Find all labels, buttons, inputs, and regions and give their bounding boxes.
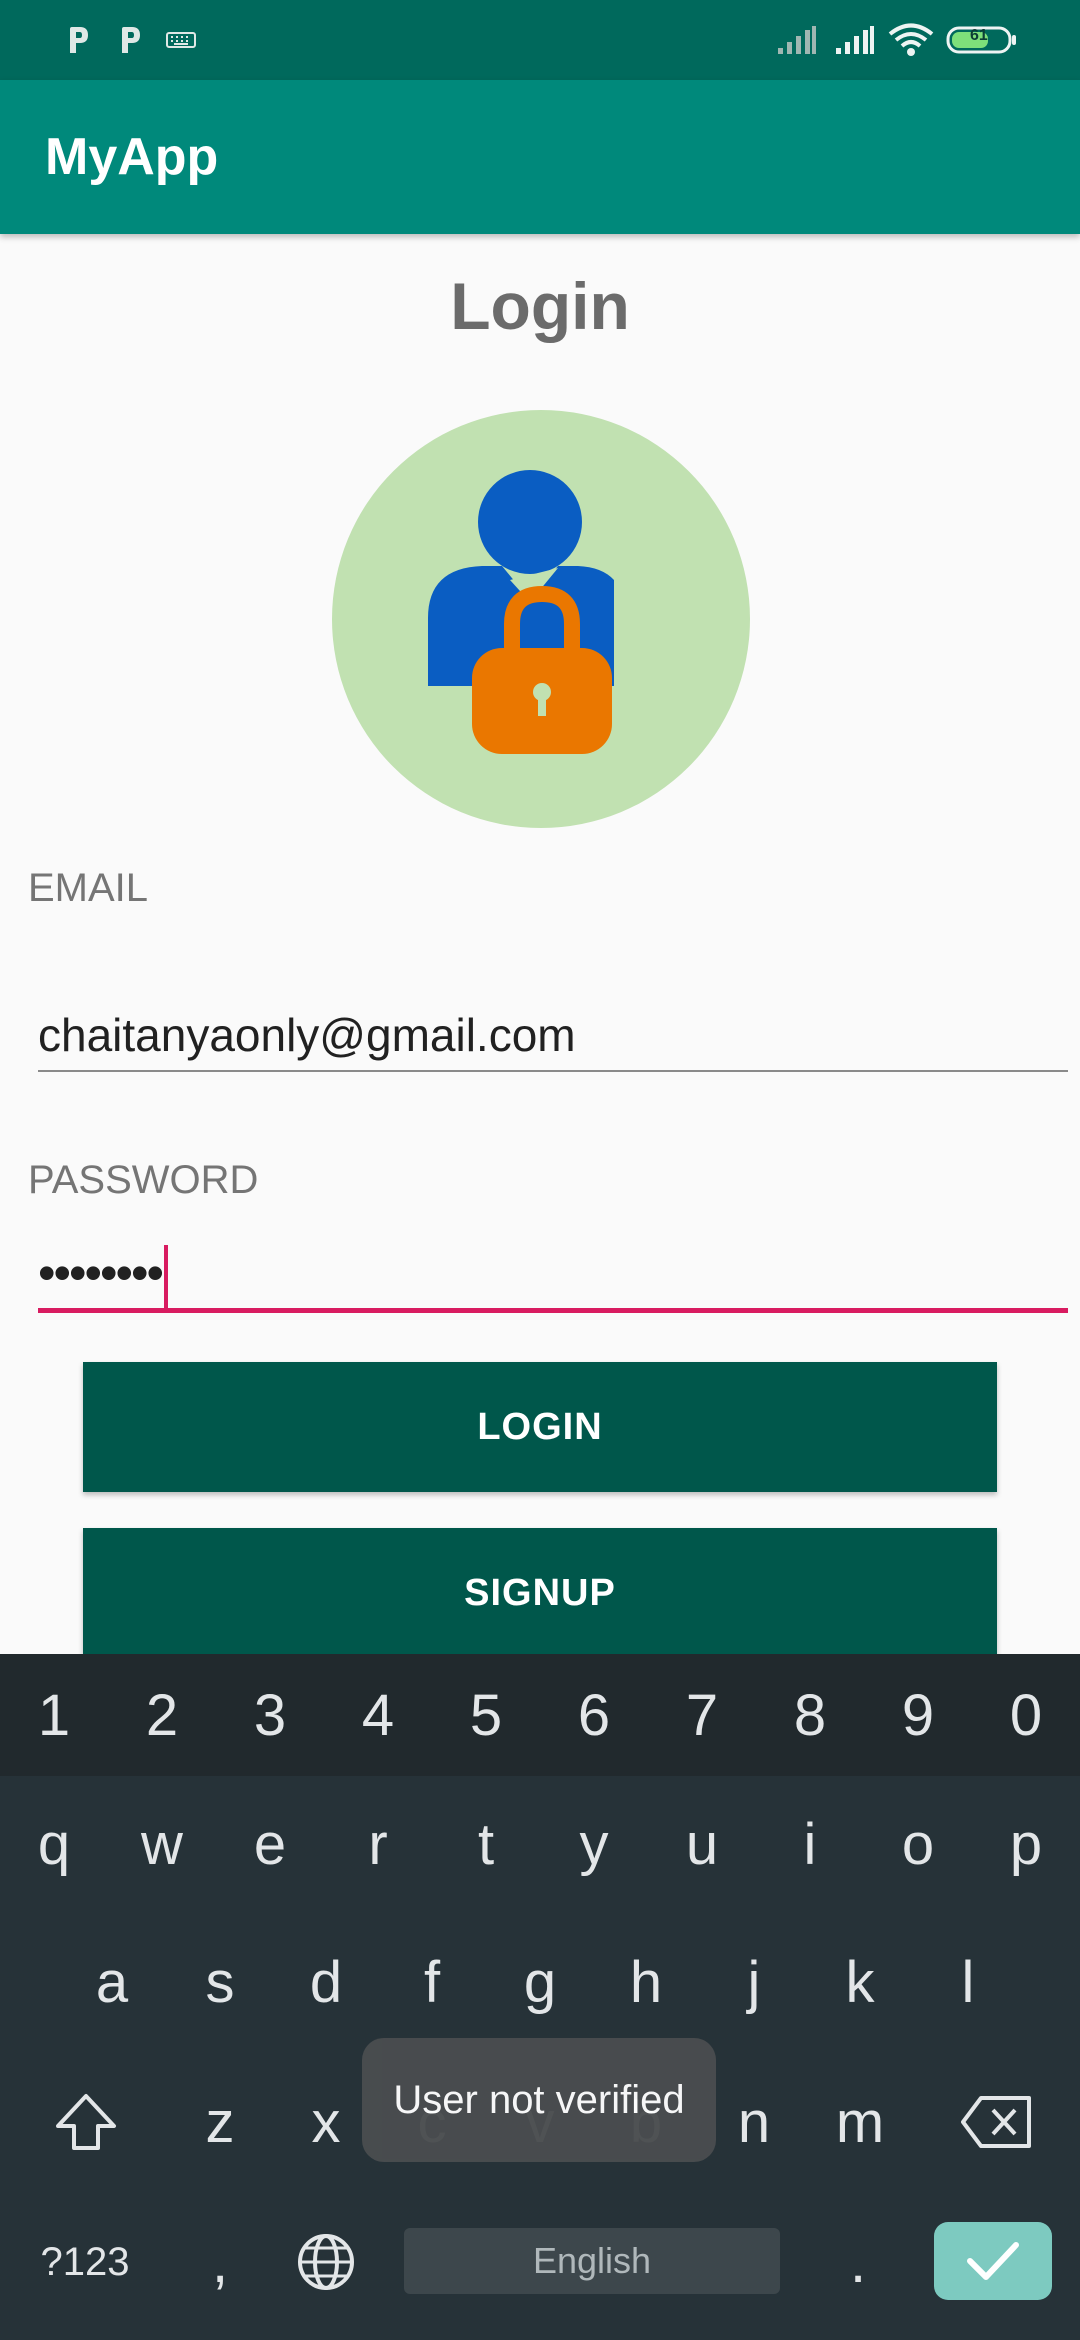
key-s[interactable]: s bbox=[166, 1922, 274, 2042]
key-z[interactable]: z bbox=[166, 2062, 274, 2182]
password-label: PASSWORD bbox=[28, 1158, 259, 1202]
key-p[interactable]: p bbox=[972, 1784, 1080, 1904]
battery-icon: 61 bbox=[946, 0, 1018, 80]
email-label: EMAIL bbox=[28, 866, 149, 910]
key-o[interactable]: o bbox=[864, 1784, 972, 1904]
backspace-key[interactable] bbox=[940, 2062, 1052, 2182]
symbols-key[interactable]: ?123 bbox=[20, 2202, 150, 2322]
parking-icon bbox=[118, 0, 144, 80]
checkmark-icon bbox=[967, 2242, 1019, 2280]
toast-message: User not verified bbox=[362, 2038, 716, 2162]
key-d[interactable]: d bbox=[272, 1922, 380, 2042]
keyboard-number-row: 1 2 3 4 5 6 7 8 9 0 bbox=[0, 1654, 1080, 1776]
key-9[interactable]: 9 bbox=[864, 1654, 972, 1776]
soft-keyboard: 1 2 3 4 5 6 7 8 9 0 q w e r t y u i o p … bbox=[0, 1654, 1080, 2340]
shift-key[interactable] bbox=[30, 2062, 142, 2182]
login-button[interactable]: LOGIN bbox=[83, 1362, 997, 1492]
text-cursor bbox=[164, 1244, 169, 1309]
key-e[interactable]: e bbox=[216, 1784, 324, 1904]
key-1[interactable]: 1 bbox=[0, 1654, 108, 1776]
signup-button[interactable]: SIGNUP bbox=[83, 1528, 997, 1658]
email-underline bbox=[38, 1070, 1068, 1072]
key-k[interactable]: k bbox=[806, 1922, 914, 2042]
key-m[interactable]: m bbox=[806, 2062, 914, 2182]
key-8[interactable]: 8 bbox=[756, 1654, 864, 1776]
key-r[interactable]: r bbox=[324, 1784, 432, 1904]
key-y[interactable]: y bbox=[540, 1784, 648, 1904]
key-t[interactable]: t bbox=[432, 1784, 540, 1904]
password-value: •••••••• bbox=[38, 1245, 164, 1301]
user-lock-icon bbox=[332, 410, 750, 828]
password-underline bbox=[38, 1308, 1068, 1313]
wifi-icon bbox=[888, 0, 934, 80]
key-0[interactable]: 0 bbox=[972, 1654, 1080, 1776]
key-l[interactable]: l bbox=[914, 1922, 1022, 2042]
status-bar: 61 bbox=[0, 0, 1080, 80]
key-6[interactable]: 6 bbox=[540, 1654, 648, 1776]
comma-key[interactable]: , bbox=[170, 2202, 270, 2322]
app-bar: MyApp bbox=[0, 80, 1080, 234]
space-key[interactable]: English bbox=[404, 2228, 780, 2294]
battery-level: 61 bbox=[970, 27, 988, 44]
key-i[interactable]: i bbox=[756, 1784, 864, 1904]
password-field[interactable]: •••••••• bbox=[38, 1240, 1068, 1309]
backspace-icon bbox=[961, 2096, 1031, 2148]
key-j[interactable]: j bbox=[700, 1922, 808, 2042]
key-n[interactable]: n bbox=[700, 2062, 808, 2182]
key-u[interactable]: u bbox=[648, 1784, 756, 1904]
language-key[interactable] bbox=[276, 2202, 376, 2322]
globe-icon bbox=[298, 2234, 354, 2290]
key-2[interactable]: 2 bbox=[108, 1654, 216, 1776]
key-w[interactable]: w bbox=[108, 1784, 216, 1904]
app-title: MyApp bbox=[45, 128, 219, 186]
signal-icon bbox=[776, 0, 818, 80]
key-a[interactable]: a bbox=[58, 1922, 166, 2042]
done-key[interactable] bbox=[934, 2222, 1052, 2300]
email-field[interactable] bbox=[38, 1005, 1068, 1065]
key-q[interactable]: q bbox=[0, 1784, 108, 1904]
signal-icon bbox=[834, 0, 876, 80]
user-lock-avatar bbox=[332, 410, 750, 828]
key-3[interactable]: 3 bbox=[216, 1654, 324, 1776]
page-title: Login bbox=[450, 269, 630, 343]
period-key[interactable]: . bbox=[808, 2202, 908, 2322]
shift-icon bbox=[56, 2094, 116, 2150]
key-7[interactable]: 7 bbox=[648, 1654, 756, 1776]
key-g[interactable]: g bbox=[486, 1922, 594, 2042]
key-5[interactable]: 5 bbox=[432, 1654, 540, 1776]
keyboard-icon bbox=[166, 0, 196, 80]
key-4[interactable]: 4 bbox=[324, 1654, 432, 1776]
key-h[interactable]: h bbox=[592, 1922, 700, 2042]
key-f[interactable]: f bbox=[378, 1922, 486, 2042]
parking-icon bbox=[66, 0, 92, 80]
